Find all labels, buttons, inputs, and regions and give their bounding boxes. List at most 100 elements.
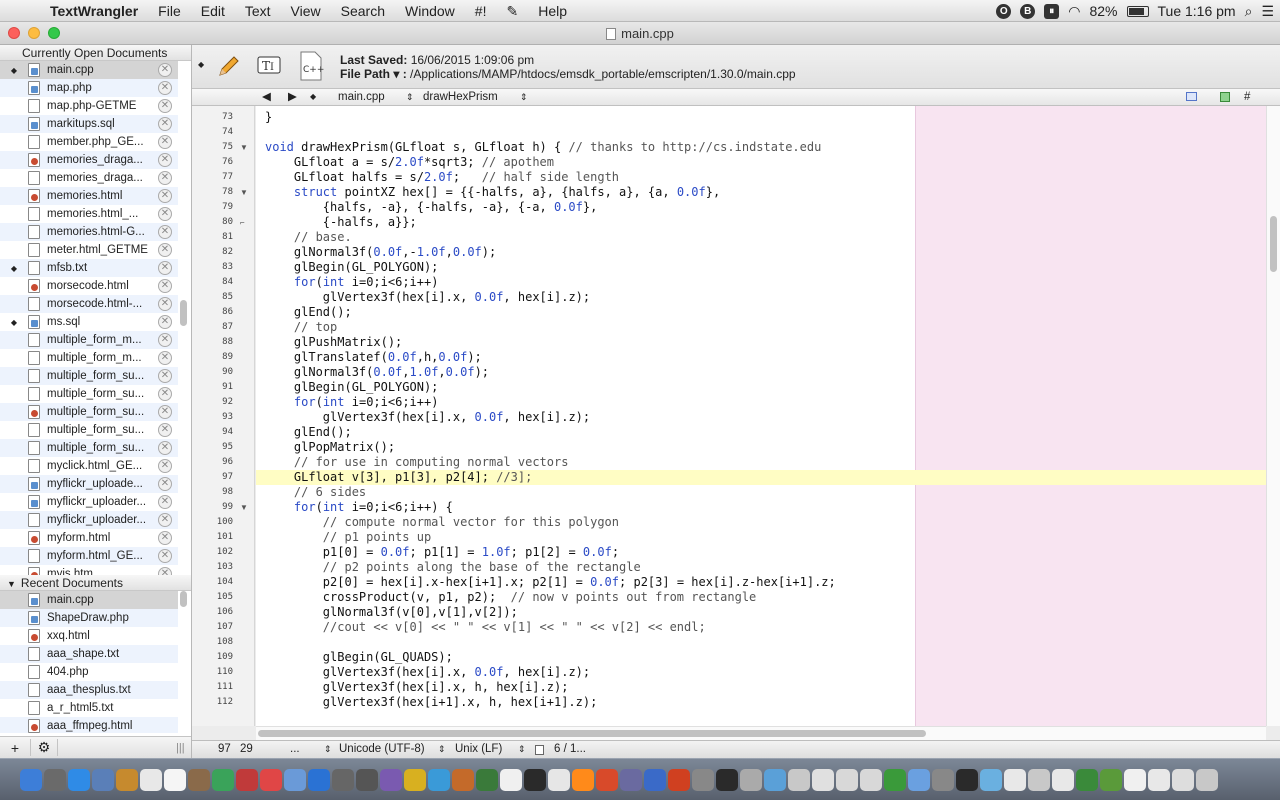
column-number-status[interactable]: 29 xyxy=(240,741,253,758)
dock-app-icon[interactable] xyxy=(428,768,450,791)
open-document-item[interactable]: ◆ ms.sql ✕ xyxy=(0,313,178,331)
spotlight-search-icon[interactable]: ⌕ xyxy=(1245,3,1253,20)
code-line[interactable]: glNormal3f(0.0f,-1.0f,0.0f); xyxy=(256,245,1266,260)
open-document-item[interactable]: multiple_form_m... ✕ xyxy=(0,349,178,367)
close-document-icon[interactable]: ✕ xyxy=(158,81,172,95)
encoding-popup[interactable]: Unicode (UTF-8) xyxy=(339,741,425,758)
recent-document-item[interactable]: 404.php xyxy=(0,663,178,681)
battery-icon[interactable] xyxy=(1126,5,1149,17)
close-document-icon[interactable]: ✕ xyxy=(158,441,172,455)
drawer-resize-handle[interactable]: ||| xyxy=(176,742,185,754)
dock-app-icon[interactable] xyxy=(740,768,762,791)
gear-icon[interactable]: ⚙ xyxy=(30,739,58,756)
dock-app-icon[interactable] xyxy=(596,768,618,791)
dock-app-icon[interactable] xyxy=(236,768,258,791)
code-line[interactable]: // compute normal vector for this polygo… xyxy=(256,515,1266,530)
text-options-icon[interactable]: TI xyxy=(256,53,282,79)
code-line[interactable]: // 6 sides xyxy=(256,485,1266,500)
dock-app-icon[interactable] xyxy=(692,768,714,791)
dock-app-icon[interactable] xyxy=(932,768,954,791)
open-document-item[interactable]: memories_draga... ✕ xyxy=(0,169,178,187)
dock-app-icon[interactable] xyxy=(284,768,306,791)
forward-arrow-icon[interactable]: ▶ xyxy=(288,89,297,105)
file-path-menu[interactable]: File Path ▾ : xyxy=(340,67,407,81)
open-document-item[interactable]: myform.html_GE... ✕ xyxy=(0,547,178,565)
dock-app-icon[interactable] xyxy=(1148,768,1170,791)
dock-app-icon[interactable] xyxy=(860,768,882,791)
battery-percent[interactable]: 82% xyxy=(1089,3,1117,19)
close-document-icon[interactable]: ✕ xyxy=(158,405,172,419)
close-document-icon[interactable]: ✕ xyxy=(158,135,172,149)
close-document-icon[interactable]: ✕ xyxy=(158,117,172,131)
close-document-icon[interactable]: ✕ xyxy=(158,315,172,329)
dock-app-icon[interactable] xyxy=(884,768,906,791)
code-line[interactable]: {-halfs, a}}; xyxy=(256,215,1266,230)
code-line[interactable]: glVertex3f(hex[i+1].x, h, hex[i+1].z); xyxy=(256,695,1266,710)
horizontal-scroll-thumb[interactable] xyxy=(258,730,926,737)
open-document-item[interactable]: member.php_GE... ✕ xyxy=(0,133,178,151)
dock-app-icon[interactable] xyxy=(1028,768,1050,791)
menu-view[interactable]: View xyxy=(281,0,331,22)
code-line[interactable]: // p2 points along the base of the recta… xyxy=(256,560,1266,575)
close-document-icon[interactable]: ✕ xyxy=(158,477,172,491)
open-document-item[interactable]: memories.html-G... ✕ xyxy=(0,223,178,241)
code-line[interactable]: // base. xyxy=(256,230,1266,245)
zoom-window-button[interactable] xyxy=(48,27,60,39)
open-document-item[interactable]: map.php-GETME ✕ xyxy=(0,97,178,115)
code-editor[interactable]: } void drawHexPrism(GLfloat s, GLfloat h)… xyxy=(256,106,1266,726)
code-line[interactable]: {halfs, -a}, {-halfs, -a}, {-a, 0.0f}, xyxy=(256,200,1266,215)
dock-app-icon[interactable] xyxy=(668,768,690,791)
close-document-icon[interactable]: ✕ xyxy=(158,369,172,383)
code-line[interactable]: void drawHexPrism(GLfloat s, GLfloat h) … xyxy=(256,140,1266,155)
dock-app-icon[interactable] xyxy=(92,768,114,791)
recent-docs-scrollbar[interactable] xyxy=(180,591,187,607)
dock-app-icon[interactable] xyxy=(836,768,858,791)
dock-app-icon[interactable] xyxy=(20,768,42,791)
open-document-item[interactable]: memories.html_... ✕ xyxy=(0,205,178,223)
dock-app-icon[interactable] xyxy=(1052,768,1074,791)
dock-app-icon[interactable] xyxy=(308,768,330,791)
menu-search[interactable]: Search xyxy=(331,0,395,22)
dock-app-icon[interactable] xyxy=(260,768,282,791)
code-line[interactable]: glPopMatrix(); xyxy=(256,440,1266,455)
fold-toggle-icon[interactable]: ⌐ xyxy=(240,215,245,230)
line-number-status[interactable]: 97 xyxy=(218,741,231,758)
dock-app-icon[interactable] xyxy=(188,768,210,791)
menu-help[interactable]: Help xyxy=(528,0,577,22)
dock-app-icon[interactable] xyxy=(332,768,354,791)
recent-documents-header[interactable]: ▼ Recent Documents xyxy=(0,575,191,591)
close-document-icon[interactable]: ✕ xyxy=(158,63,172,77)
code-line[interactable]: glTranslatef(0.0f,h,0.0f); xyxy=(256,350,1266,365)
close-document-icon[interactable]: ✕ xyxy=(158,567,172,575)
code-line[interactable]: GLfloat v[3], p1[3], p2[4]; //3]; xyxy=(256,470,1266,485)
open-document-item[interactable]: multiple_form_su... ✕ xyxy=(0,367,178,385)
dock-app-icon[interactable] xyxy=(380,768,402,791)
open-document-item[interactable]: myflickr_uploader... ✕ xyxy=(0,511,178,529)
open-document-item[interactable]: ◆ main.cpp ✕ xyxy=(0,61,178,79)
close-document-icon[interactable]: ✕ xyxy=(158,153,172,167)
close-document-icon[interactable]: ✕ xyxy=(158,189,172,203)
code-line[interactable]: glPushMatrix(); xyxy=(256,335,1266,350)
close-document-icon[interactable]: ✕ xyxy=(158,549,172,563)
code-line[interactable]: glBegin(GL_POLYGON); xyxy=(256,380,1266,395)
close-document-icon[interactable]: ✕ xyxy=(158,297,172,311)
dock-app-icon[interactable] xyxy=(812,768,834,791)
add-document-button[interactable]: + xyxy=(0,740,30,756)
function-popup-menu[interactable]: drawHexPrism xyxy=(423,89,498,105)
recent-document-item[interactable]: aaa_thesplus.txt xyxy=(0,681,178,699)
wifi-icon[interactable]: ◠ xyxy=(1068,3,1080,20)
open-document-item[interactable]: multiple_form_su... ✕ xyxy=(0,385,178,403)
recent-document-item[interactable]: main.cpp xyxy=(0,591,178,609)
open-document-item[interactable]: meter.html_GETME ✕ xyxy=(0,241,178,259)
editor-horizontal-scrollbar[interactable] xyxy=(256,726,1266,740)
dock-app-icon[interactable] xyxy=(212,768,234,791)
close-document-icon[interactable]: ✕ xyxy=(158,279,172,293)
menu-shebang[interactable]: #! xyxy=(465,0,497,22)
dock-app-icon[interactable] xyxy=(980,768,1002,791)
minimize-window-button[interactable] xyxy=(28,27,40,39)
app-menu[interactable]: TextWrangler xyxy=(40,0,148,22)
fold-toggle-icon[interactable]: ▼ xyxy=(240,140,248,155)
code-line[interactable]: // for use in computing normal vectors xyxy=(256,455,1266,470)
code-line[interactable]: struct pointXZ hex[] = {{-halfs, a}, {ha… xyxy=(256,185,1266,200)
dock-app-icon[interactable] xyxy=(1196,768,1218,791)
